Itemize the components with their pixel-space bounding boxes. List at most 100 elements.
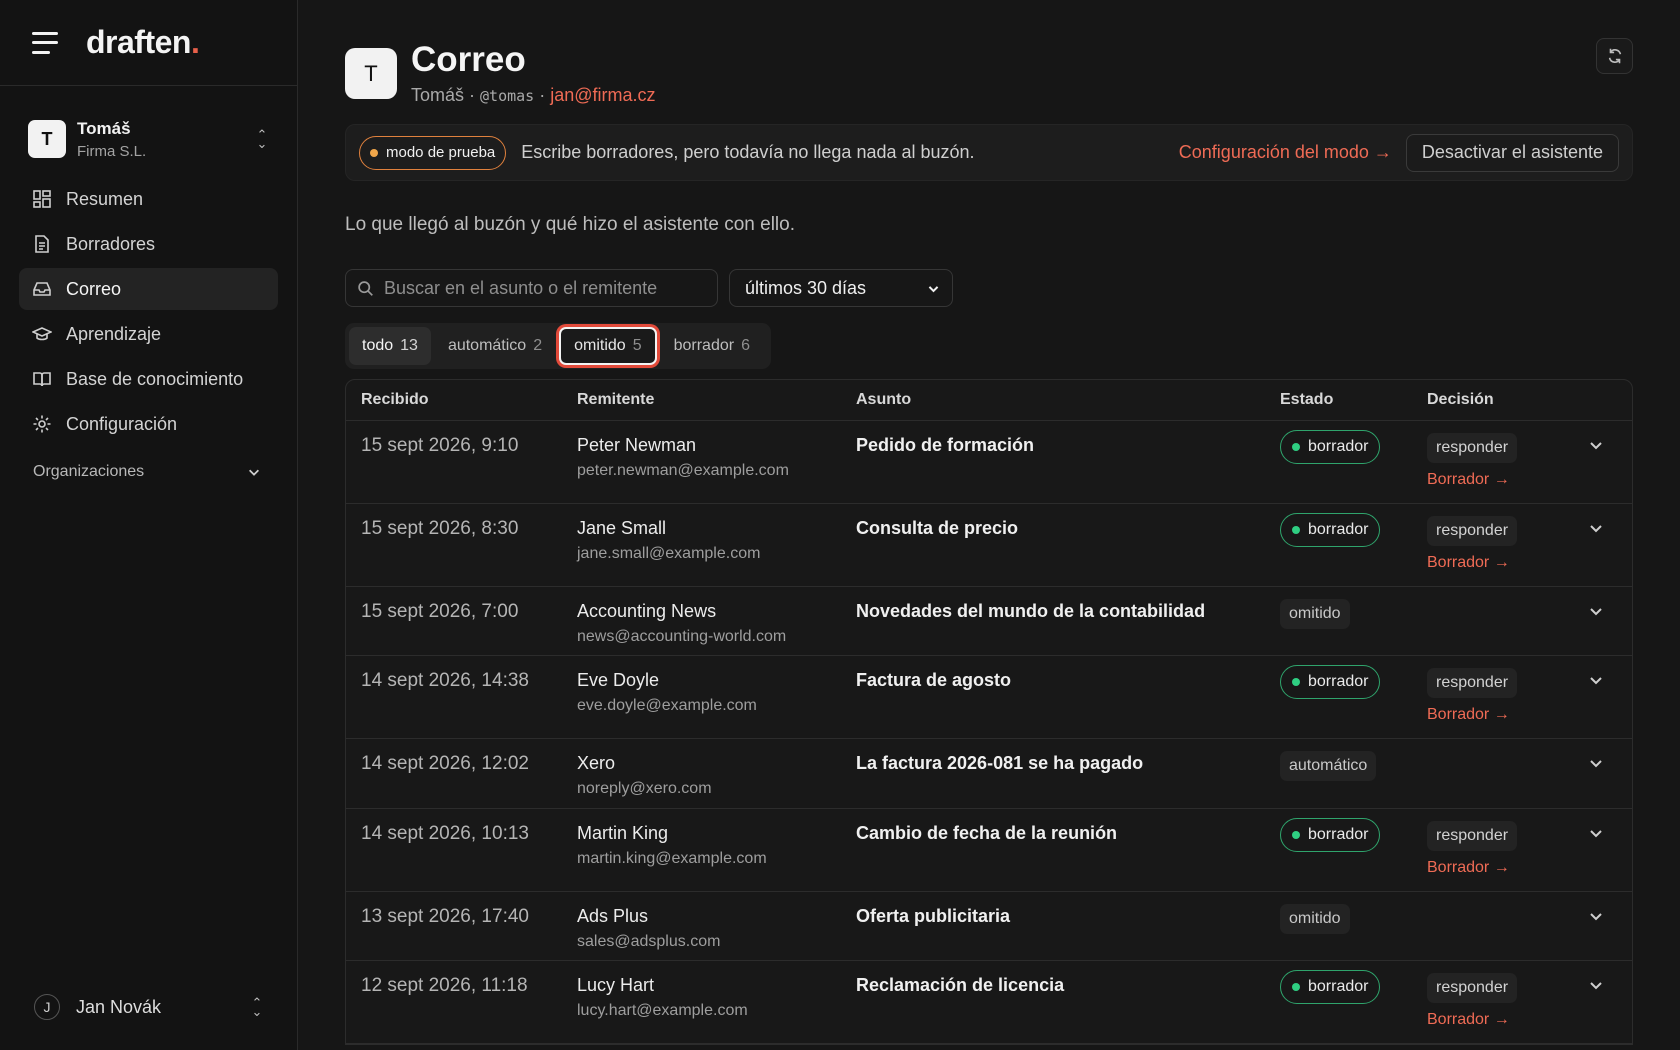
status-badge: borrador (1280, 513, 1381, 547)
header-from: Remitente (577, 391, 655, 408)
state-cell: borrador (1280, 961, 1427, 1043)
sender: Eve Doyle eve.doyle@example.com (577, 656, 856, 738)
sidebar-item-label: Base de conocimiento (66, 368, 244, 389)
mode-settings-link[interactable]: Configuración del modo → (1179, 142, 1392, 163)
chevron-down-icon (1590, 442, 1602, 450)
status-badge: borrador (1280, 818, 1381, 852)
decision-cell: responder Borrador → (1427, 421, 1588, 503)
expand-row-button[interactable] (1588, 421, 1632, 503)
main-content: T Correo Tomáš · @tomas · jan@firma.cz m… (345, 0, 1633, 1045)
sender-name: Lucy Hart (577, 975, 655, 995)
table-row[interactable]: 14 sept 2026, 12:02 Xero noreply@xero.com L… (346, 739, 1632, 809)
mail-table: Recibido Remitente Asunto Estado Decisió… (345, 379, 1633, 1045)
menu-icon[interactable] (32, 31, 60, 54)
sender-email: peter.newman@example.com (577, 462, 789, 479)
intro-text: Lo que llegó al buzón y qué hizo el asis… (345, 214, 795, 235)
draft-link[interactable]: Borrador → (1427, 859, 1588, 877)
refresh-button[interactable] (1596, 38, 1633, 74)
sidebar: draften. T Tomáš Firma S.L. ⌃ ⌄ Resumen B… (0, 0, 298, 1050)
chevron-up-down-icon: ⌃ ⌄ (256, 127, 268, 151)
sidebar-item-aprendizaje[interactable]: Aprendizaje (19, 313, 278, 355)
tab-omitido[interactable]: omitido 5 (559, 327, 657, 365)
sidebar-item-label: Correo (66, 278, 122, 299)
subject: Pedido de formación (856, 435, 1035, 455)
account-name: Tomáš (77, 118, 131, 138)
search-input[interactable] (384, 277, 704, 299)
decision-badge: responder (1427, 973, 1518, 1003)
chevron-down-icon (1590, 982, 1602, 990)
decision-badge: responder (1427, 668, 1518, 698)
sidebar-item-base-de-conocimiento[interactable]: Base de conocimiento (19, 358, 278, 400)
app-logo[interactable]: draften. (86, 24, 200, 61)
search-icon (358, 280, 373, 296)
expand-row-button[interactable] (1588, 504, 1632, 586)
draft-link[interactable]: Borrador → (1427, 706, 1588, 724)
decision-badge: responder (1427, 433, 1518, 463)
tab-todo[interactable]: todo 13 (349, 327, 431, 365)
table-row[interactable]: 14 sept 2026, 14:38 Eve Doyle eve.doyle@ex… (346, 656, 1632, 739)
decision-badge: responder (1427, 516, 1518, 546)
table-row[interactable]: 12 sept 2026, 11:18 Lucy Hart lucy.hart@ex… (346, 961, 1632, 1044)
expand-row-button[interactable] (1588, 739, 1632, 808)
sender-email: news@accounting-world.com (577, 628, 787, 645)
sender-email: martin.king@example.com (577, 850, 767, 867)
expand-row-button[interactable] (1588, 892, 1632, 960)
tab-borrador[interactable]: borrador 6 (661, 327, 763, 365)
subject: Reclamación de licencia (856, 975, 1065, 995)
draft-link[interactable]: Borrador → (1427, 554, 1588, 572)
table-row[interactable]: 13 sept 2026, 17:40 Ads Plus sales@adsplus… (346, 892, 1632, 961)
decision-cell (1427, 892, 1588, 960)
sidebar-item-label: Configuración (66, 413, 178, 434)
expand-row-button[interactable] (1588, 587, 1632, 655)
chevron-down-icon (1590, 608, 1602, 616)
subtitle-email[interactable]: jan@firma.cz (550, 85, 655, 105)
draft-link[interactable]: Borrador → (1427, 471, 1588, 489)
sender: Martin King martin.king@example.com (577, 809, 856, 891)
subject: Oferta publicitaria (856, 906, 1011, 926)
expand-row-button[interactable] (1588, 961, 1632, 1043)
tab-automatico[interactable]: automático 2 (435, 327, 555, 365)
user-name: Jan Novák (76, 996, 162, 1017)
table-row[interactable]: 15 sept 2026, 7:00 Accounting News news@ac… (346, 587, 1632, 656)
status-badge: automático (1280, 751, 1377, 781)
account-org: Firma S.L. (77, 142, 147, 160)
table-row[interactable]: 14 sept 2026, 10:13 Martin King martin.kin… (346, 809, 1632, 892)
state-cell: automático (1280, 739, 1427, 808)
search-box (345, 269, 718, 307)
subject: Factura de agosto (856, 670, 1012, 690)
sidebar-item-correo[interactable]: Correo (19, 268, 278, 310)
draft-link[interactable]: Borrador → (1427, 1011, 1588, 1029)
status-badge: borrador (1280, 665, 1381, 699)
organizations-label: Organizaciones (33, 463, 145, 480)
sender-name: Ads Plus (577, 906, 649, 926)
organizations-toggle[interactable]: Organizaciones (0, 463, 297, 481)
document-icon (35, 235, 49, 253)
disable-assistant-button[interactable]: Desactivar el asistente (1405, 133, 1619, 172)
header-decision: Decisión (1427, 391, 1494, 408)
state-cell: borrador (1280, 809, 1427, 891)
sidebar-item-resumen[interactable]: Resumen (19, 178, 278, 220)
sender-email: sales@adsplus.com (577, 933, 721, 950)
sidebar-nav: Resumen Borradores Correo Aprendizaje Ba… (0, 178, 297, 445)
sidebar-item-configuracion[interactable]: Configuración (19, 403, 278, 445)
table-row[interactable]: 15 sept 2026, 8:30 Jane Small jane.small@e… (346, 504, 1632, 587)
expand-row-button[interactable] (1588, 656, 1632, 738)
received-date: 15 sept 2026, 9:10 (361, 435, 519, 456)
sender-email: eve.doyle@example.com (577, 697, 757, 714)
account-switcher[interactable]: T Tomáš Firma S.L. ⌃ ⌄ (0, 116, 297, 162)
page-header: T Correo Tomáš · @tomas · jan@firma.cz (345, 0, 1633, 118)
received-date: 14 sept 2026, 12:02 (361, 753, 529, 774)
gear-icon (33, 415, 51, 433)
period-select[interactable]: últimos 30 días (729, 269, 953, 307)
sidebar-header: draften. (0, 0, 297, 86)
expand-row-button[interactable] (1588, 809, 1632, 891)
decision-cell: responder Borrador → (1427, 504, 1588, 586)
sidebar-item-borradores[interactable]: Borradores (19, 223, 278, 265)
user-menu[interactable]: J Jan Novák ⌃ ⌄ (0, 964, 298, 1050)
graduation-cap-icon (32, 327, 52, 341)
table-row[interactable]: 15 sept 2026, 9:10 Peter Newman peter.newm… (346, 421, 1632, 504)
sidebar-item-label: Aprendizaje (66, 323, 162, 344)
subject: Cambio de fecha de la reunión (856, 823, 1118, 843)
user-avatar: J (34, 994, 60, 1020)
sidebar-item-label: Borradores (66, 233, 156, 254)
